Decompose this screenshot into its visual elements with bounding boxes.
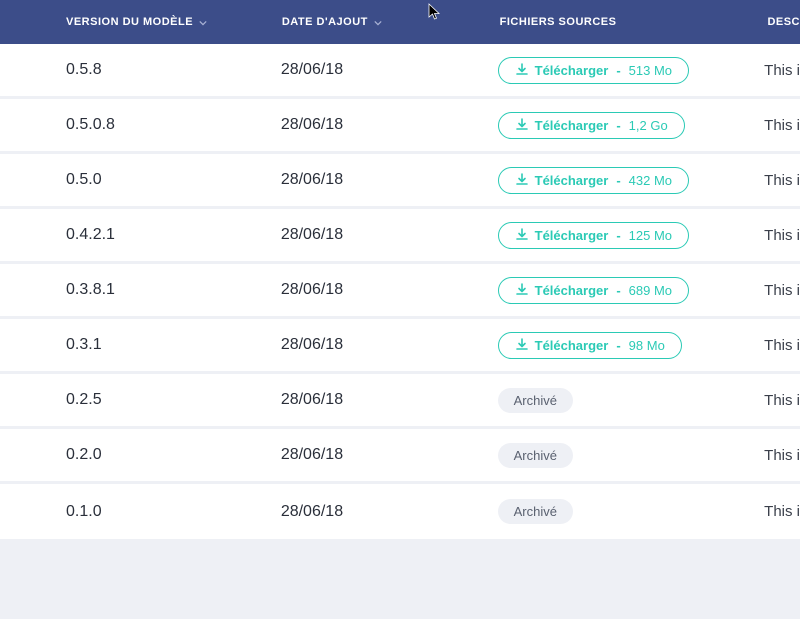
cell-source: Télécharger-125 Mo bbox=[498, 222, 765, 249]
archived-badge: Archivé bbox=[498, 388, 573, 413]
download-size: 689 Mo bbox=[629, 283, 672, 298]
cell-source: Télécharger-432 Mo bbox=[498, 167, 765, 194]
chevron-down-icon bbox=[374, 18, 382, 26]
table-row: 0.4.2.128/06/18Télécharger-125 MoThis i bbox=[0, 209, 800, 264]
download-dash: - bbox=[616, 63, 620, 78]
column-header-version[interactable]: VERSION DU MODÈLE bbox=[66, 16, 282, 28]
download-button[interactable]: Télécharger-1,2 Go bbox=[498, 112, 685, 139]
archived-badge: Archivé bbox=[498, 443, 573, 468]
download-button[interactable]: Télécharger-513 Mo bbox=[498, 57, 689, 84]
table-row: 0.3.8.128/06/18Télécharger-689 MoThis i bbox=[0, 264, 800, 319]
cell-source: Archivé bbox=[498, 499, 765, 524]
column-header-source: FICHIERS SOURCES bbox=[500, 16, 768, 28]
download-icon bbox=[515, 228, 529, 242]
archived-badge: Archivé bbox=[498, 499, 573, 524]
download-size: 432 Mo bbox=[629, 173, 672, 188]
cell-desc: This i bbox=[764, 227, 800, 244]
cell-version: 0.5.0.8 bbox=[66, 116, 281, 134]
table-row: 0.5.028/06/18Télécharger-432 MoThis i bbox=[0, 154, 800, 209]
download-button[interactable]: Télécharger-432 Mo bbox=[498, 167, 689, 194]
cell-date: 28/06/18 bbox=[281, 336, 498, 354]
column-header-source-label: FICHIERS SOURCES bbox=[500, 16, 617, 28]
cell-desc: This i bbox=[764, 503, 800, 520]
table-header: VERSION DU MODÈLE DATE D'AJOUT FICHIERS … bbox=[0, 0, 800, 44]
download-button[interactable]: Télécharger-125 Mo bbox=[498, 222, 689, 249]
download-dash: - bbox=[616, 338, 620, 353]
download-size: 513 Mo bbox=[629, 63, 672, 78]
download-dash: - bbox=[616, 173, 620, 188]
table-body: 0.5.828/06/18Télécharger-513 MoThis i0.5… bbox=[0, 44, 800, 539]
column-header-date-label: DATE D'AJOUT bbox=[282, 16, 368, 28]
cell-date: 28/06/18 bbox=[281, 226, 498, 244]
column-header-version-label: VERSION DU MODÈLE bbox=[66, 16, 193, 28]
footer-area bbox=[0, 539, 800, 619]
download-label: Télécharger bbox=[535, 118, 609, 133]
download-size: 1,2 Go bbox=[629, 118, 668, 133]
cell-version: 0.3.1 bbox=[66, 336, 281, 354]
download-icon bbox=[515, 338, 529, 352]
table-row: 0.5.828/06/18Télécharger-513 MoThis i bbox=[0, 44, 800, 99]
cell-version: 0.4.2.1 bbox=[66, 226, 281, 244]
cell-desc: This i bbox=[764, 337, 800, 354]
cell-date: 28/06/18 bbox=[281, 116, 498, 134]
cell-desc: This i bbox=[764, 62, 800, 79]
chevron-down-icon bbox=[199, 18, 207, 26]
cell-desc: This i bbox=[764, 447, 800, 464]
table-row: 0.1.028/06/18Archivé This i bbox=[0, 484, 800, 539]
download-label: Télécharger bbox=[535, 228, 609, 243]
download-icon bbox=[515, 118, 529, 132]
cell-desc: This i bbox=[764, 117, 800, 134]
download-button[interactable]: Télécharger-98 Mo bbox=[498, 332, 682, 359]
download-button[interactable]: Télécharger-689 Mo bbox=[498, 277, 689, 304]
column-header-desc: DESC bbox=[767, 16, 800, 28]
download-dash: - bbox=[616, 283, 620, 298]
table-row: 0.2.528/06/18Archivé This i bbox=[0, 374, 800, 429]
column-header-date[interactable]: DATE D'AJOUT bbox=[282, 16, 500, 28]
cell-source: Télécharger-689 Mo bbox=[498, 277, 765, 304]
cell-date: 28/06/18 bbox=[281, 171, 498, 189]
download-size: 98 Mo bbox=[629, 338, 665, 353]
download-dash: - bbox=[616, 228, 620, 243]
cell-desc: This i bbox=[764, 282, 800, 299]
download-size: 125 Mo bbox=[629, 228, 672, 243]
cell-version: 0.2.5 bbox=[66, 391, 281, 409]
cell-desc: This i bbox=[764, 392, 800, 409]
download-label: Télécharger bbox=[535, 338, 609, 353]
download-icon bbox=[515, 63, 529, 77]
cell-source: Télécharger-513 Mo bbox=[498, 57, 765, 84]
cell-version: 0.2.0 bbox=[66, 446, 281, 464]
download-label: Télécharger bbox=[535, 63, 609, 78]
cell-source: Télécharger-1,2 Go bbox=[498, 112, 765, 139]
cell-source: Archivé bbox=[498, 388, 765, 413]
cell-version: 0.1.0 bbox=[66, 503, 281, 521]
cell-date: 28/06/18 bbox=[281, 391, 498, 409]
cell-version: 0.5.0 bbox=[66, 171, 281, 189]
download-icon bbox=[515, 173, 529, 187]
cell-desc: This i bbox=[764, 172, 800, 189]
cell-date: 28/06/18 bbox=[281, 503, 498, 521]
download-dash: - bbox=[616, 118, 620, 133]
table-row: 0.5.0.828/06/18Télécharger-1,2 GoThis i bbox=[0, 99, 800, 154]
cell-version: 0.5.8 bbox=[66, 61, 281, 79]
table-row: 0.3.128/06/18Télécharger-98 MoThis i bbox=[0, 319, 800, 374]
column-header-desc-label: DESC bbox=[767, 16, 800, 28]
cell-date: 28/06/18 bbox=[281, 446, 498, 464]
cell-date: 28/06/18 bbox=[281, 281, 498, 299]
cell-source: Télécharger-98 Mo bbox=[498, 332, 765, 359]
cell-date: 28/06/18 bbox=[281, 61, 498, 79]
download-icon bbox=[515, 283, 529, 297]
download-label: Télécharger bbox=[535, 173, 609, 188]
table-row: 0.2.028/06/18Archivé This i bbox=[0, 429, 800, 484]
download-label: Télécharger bbox=[535, 283, 609, 298]
cell-source: Archivé bbox=[498, 443, 765, 468]
cell-version: 0.3.8.1 bbox=[66, 281, 281, 299]
